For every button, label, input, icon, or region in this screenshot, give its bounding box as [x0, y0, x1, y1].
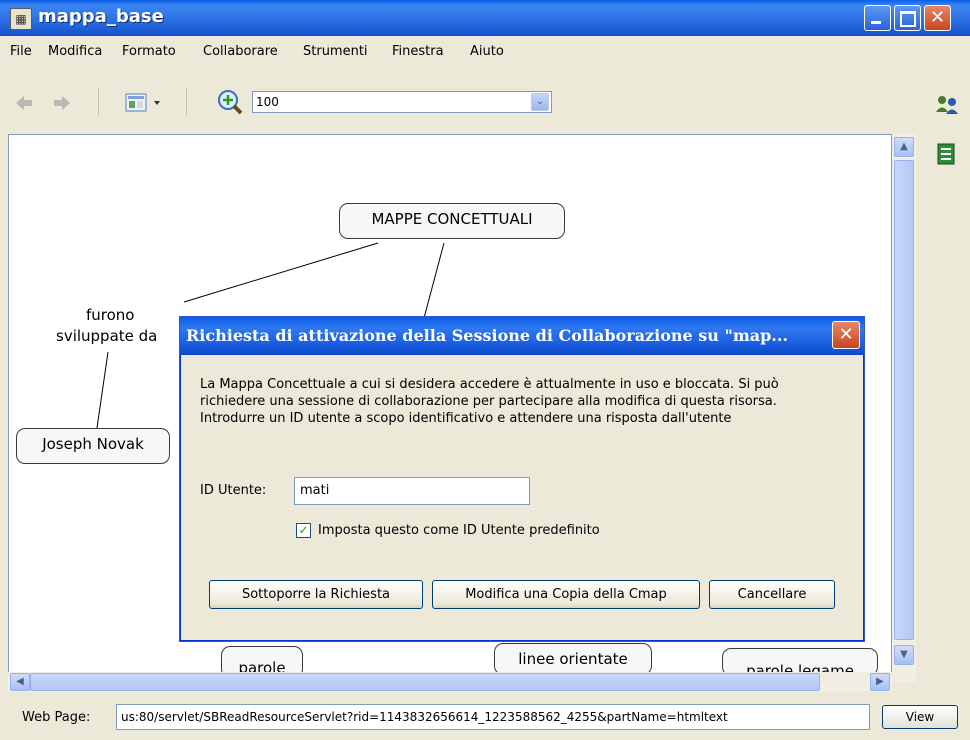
close-icon: ✕ [929, 7, 946, 28]
concept-node[interactable]: Joseph Novak [16, 428, 170, 464]
default-id-checkbox-label[interactable]: Imposta questo come ID Utente predefinit… [318, 523, 600, 538]
menu-file[interactable]: File [10, 44, 32, 59]
scroll-down-button[interactable]: ▼ [894, 645, 914, 665]
dialog-close-button[interactable]: ✕ [832, 321, 860, 349]
zoom-icon[interactable] [216, 88, 244, 116]
minimize-button[interactable] [864, 5, 891, 31]
menu-modifica[interactable]: Modifica [48, 44, 102, 59]
collaboration-icon[interactable] [934, 92, 962, 116]
submit-request-button[interactable]: Sottoporre la Richiesta [209, 580, 423, 609]
zoom-combo[interactable] [252, 91, 552, 113]
scroll-right-button[interactable]: ▶ [870, 673, 890, 691]
dialog-message: La Mappa Concettuale a cui si desidera a… [200, 377, 779, 426]
web-page-label: Web Page: [22, 710, 91, 725]
default-id-checkbox[interactable]: ✓ [296, 523, 311, 538]
notes-icon[interactable] [936, 143, 956, 165]
window-title: mappa_base [38, 6, 164, 27]
link-label[interactable]: sviluppate da [56, 327, 157, 345]
scroll-left-button[interactable]: ◀ [10, 673, 30, 691]
app-icon[interactable]: ▦ [10, 8, 32, 30]
concept-node[interactable]: MAPPE CONCETTUALI [339, 203, 565, 239]
vertical-scroll-thumb[interactable] [894, 160, 914, 640]
view-button[interactable]: View [882, 705, 958, 729]
scroll-up-button[interactable]: ▲ [894, 137, 914, 157]
chevron-down-icon[interactable]: ⌄ [531, 93, 549, 111]
cancel-button[interactable]: Cancellare [709, 580, 835, 609]
view-options-icon[interactable] [124, 90, 166, 114]
edit-copy-button[interactable]: Modifica una Copia della Cmap [432, 580, 700, 609]
link-label[interactable]: furono [86, 306, 135, 324]
menu-strumenti[interactable]: Strumenti [303, 44, 368, 59]
close-window-button[interactable]: ✕ [924, 5, 951, 31]
dialog-title: Richiesta di attivazione della Sessione … [186, 326, 789, 345]
close-icon: ✕ [838, 324, 854, 345]
user-id-input[interactable]: mati [294, 477, 530, 505]
menu-finestra[interactable]: Finestra [392, 44, 444, 59]
toolbar-separator [186, 88, 187, 116]
menu-collaborare[interactable]: Collaborare [203, 44, 278, 59]
toolbar-separator [98, 88, 99, 116]
horizontal-scroll-thumb[interactable] [30, 673, 820, 691]
concept-node[interactable]: linee orientate [494, 643, 652, 675]
maximize-button[interactable] [894, 5, 921, 31]
back-arrow-icon[interactable] [14, 94, 34, 112]
url-field[interactable]: us:80/servlet/SBReadResourceServlet?rid=… [116, 704, 870, 730]
menu-formato[interactable]: Formato [122, 44, 176, 59]
forward-arrow-icon[interactable] [52, 94, 72, 112]
user-id-label: ID Utente: [200, 483, 267, 498]
zoom-value[interactable]: 100 [256, 95, 279, 109]
menu-aiuto[interactable]: Aiuto [470, 44, 504, 59]
